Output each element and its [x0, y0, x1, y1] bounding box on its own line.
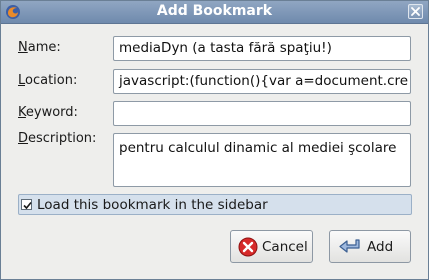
title-bar[interactable]: Add Bookmark [1, 1, 428, 24]
cancel-button-label: Cancel [262, 239, 308, 255]
cancel-button[interactable]: Cancel [230, 230, 313, 263]
add-arrow-icon [338, 237, 362, 257]
load-in-sidebar-label: Load this bookmark in the sidebar [37, 197, 268, 213]
location-field[interactable]: javascript:(function(){var a=document.cr… [113, 69, 411, 94]
keyword-label: Keyword: [18, 105, 78, 120]
add-button-label: Add [367, 239, 394, 255]
load-in-sidebar-checkbox[interactable] [21, 199, 32, 210]
add-bookmark-dialog: Add Bookmark Name: mediaDyn (a tasta făr… [0, 0, 429, 280]
add-button[interactable]: Add [329, 230, 411, 263]
location-label: Location: [18, 73, 78, 88]
name-label: Name: [18, 40, 61, 55]
name-field[interactable]: mediaDyn (a tasta fără spaţiu!) [113, 36, 411, 61]
keyword-field[interactable] [113, 101, 411, 126]
close-icon[interactable] [408, 4, 423, 19]
cancel-icon [238, 237, 258, 257]
load-in-sidebar-option[interactable]: Load this bookmark in the sidebar [18, 194, 412, 215]
dialog-title: Add Bookmark [156, 3, 273, 19]
description-field[interactable]: pentru calculul dinamic al mediei şcolar… [113, 133, 411, 187]
description-label: Description: [18, 131, 97, 146]
